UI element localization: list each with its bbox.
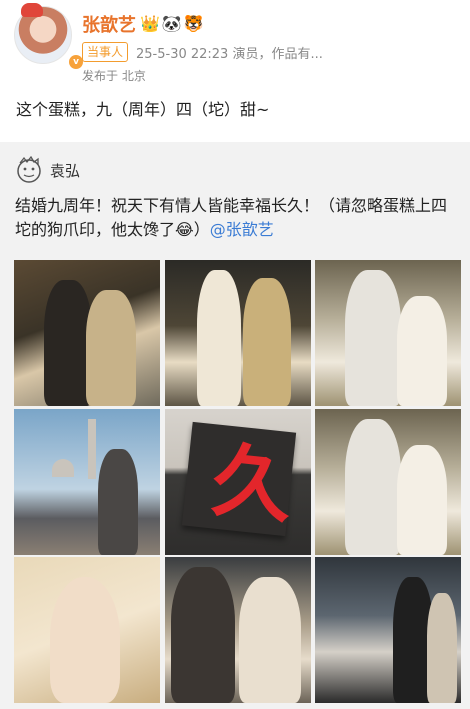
avatar-decoration-icon	[21, 3, 43, 17]
post-meta: 25-5-30 22:23 演员，作品有...	[136, 43, 323, 62]
author-emoji-badges: 👑🐼🐯	[140, 14, 206, 33]
repost-author-name[interactable]: 袁弘	[50, 160, 80, 181]
photo-grid: 久	[14, 260, 461, 703]
photo-5-cake[interactable]: 久	[165, 409, 311, 555]
author-source: 演员，作品有...	[232, 47, 323, 62]
photo-3[interactable]	[315, 260, 461, 406]
post-text: 这个蛋糕，九（周年）四（坨）甜~	[16, 100, 270, 119]
photo-2[interactable]	[165, 260, 311, 406]
photo-9[interactable]	[315, 557, 461, 703]
repost-text: 结婚九周年！祝天下有情人皆能幸福长久！（请忽略蛋糕上四坨的狗爪印，他太馋了😂）@…	[15, 194, 460, 242]
post-location: 发布于 北京	[82, 69, 146, 83]
post-header: v 张歆艺 👑🐼🐯 当事人 25-5-30 22:23 演员，作品有... 发布…	[0, 0, 470, 90]
mention-link[interactable]: @张歆艺	[210, 220, 274, 239]
post-timestamp: 25-5-30 22:23	[136, 47, 229, 62]
author-avatar[interactable]: v	[14, 3, 85, 71]
cake-character: 久	[207, 432, 298, 535]
repost-card[interactable]: 袁弘 结婚九周年！祝天下有情人皆能幸福长久！（请忽略蛋糕上四坨的狗爪印，他太馋了…	[0, 142, 470, 709]
photo-7[interactable]	[14, 557, 160, 703]
author-name[interactable]: 张歆艺	[82, 11, 136, 37]
photo-4[interactable]	[14, 409, 160, 555]
anniversary-cake: 久	[181, 421, 298, 537]
photo-1[interactable]	[14, 260, 160, 406]
repost-avatar-icon[interactable]	[14, 156, 44, 184]
photo-6[interactable]	[315, 409, 461, 555]
participant-tag: 当事人	[82, 42, 129, 62]
photo-8[interactable]	[165, 557, 311, 703]
